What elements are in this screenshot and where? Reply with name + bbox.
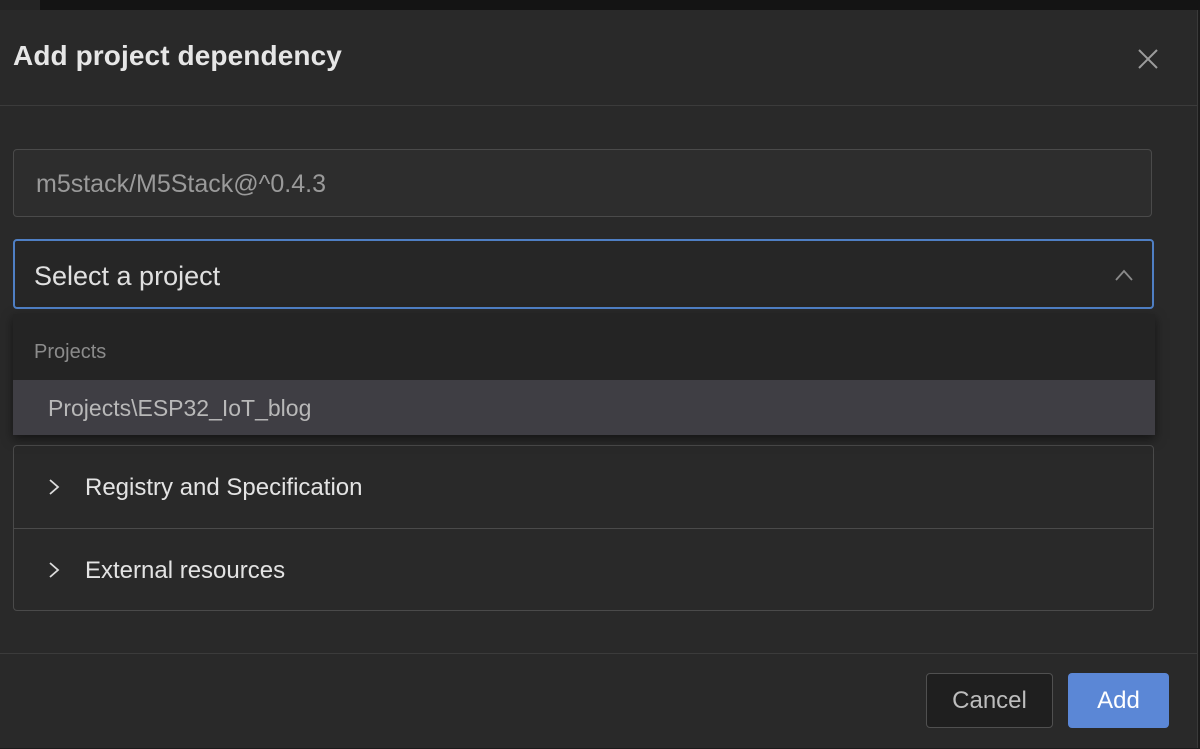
project-dropdown: Projects Projects\ESP32_IoT_blog xyxy=(13,314,1155,435)
dialog-title: Add project dependency xyxy=(13,40,342,71)
dialog-header: Add project dependency xyxy=(0,10,1197,106)
chevron-right-icon xyxy=(49,562,60,578)
cancel-button[interactable]: Cancel xyxy=(926,673,1053,728)
dropdown-group-label: Projects xyxy=(34,341,107,363)
chevron-right-icon xyxy=(49,479,60,495)
options-accordion: Registry and Specification External reso… xyxy=(13,445,1154,611)
section-label: External resources xyxy=(85,557,286,584)
section-label: Registry and Specification xyxy=(85,474,363,501)
dependency-field[interactable] xyxy=(13,149,1152,218)
project-select-placeholder: Select a project xyxy=(34,261,221,291)
section-external-resources[interactable]: External resources xyxy=(14,529,1153,611)
project-option-label: Projects\ESP32_IoT_blog xyxy=(48,395,312,421)
section-registry-and-specification[interactable]: Registry and Specification xyxy=(14,446,1153,529)
background-notch xyxy=(0,0,40,10)
add-dependency-dialog: Add project dependency Select a project … xyxy=(0,10,1198,748)
close-button[interactable] xyxy=(1130,42,1166,78)
close-icon xyxy=(1138,49,1158,69)
project-select[interactable]: Select a project xyxy=(13,239,1154,309)
project-option[interactable]: Projects\ESP32_IoT_blog xyxy=(13,380,1155,435)
dialog-footer: Cancel Add xyxy=(0,653,1197,749)
dependency-input[interactable] xyxy=(34,150,1128,218)
background-strip xyxy=(0,0,1200,10)
chevron-up-icon xyxy=(1115,269,1133,281)
add-button[interactable]: Add xyxy=(1068,673,1169,728)
